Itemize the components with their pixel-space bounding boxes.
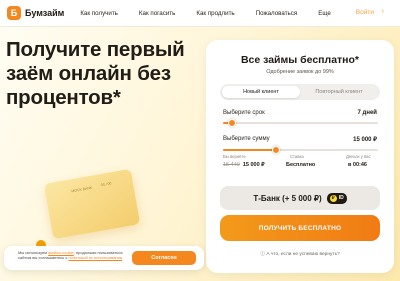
logo-icon: Б [7, 6, 21, 20]
card-label-left: MOCK BANK [71, 185, 93, 194]
amount-slider-handle[interactable] [271, 146, 280, 154]
site-header: Б Бумзайм Как получить Как погасить Как … [0, 0, 400, 27]
payback-value: 15 440 15 000 ₽ [223, 162, 265, 168]
get-free-loan-button[interactable]: ПОЛУЧИТЬ БЕСПЛАТНО [220, 215, 380, 241]
login-link[interactable]: Войти [356, 9, 374, 16]
payback-old-value: 15 440 [223, 162, 240, 168]
tab-repeat-client[interactable]: Повторный клиент [300, 86, 378, 98]
cookie-policy-link[interactable]: политикой их использования [69, 255, 123, 260]
nav-item-how-to-get[interactable]: Как получить [80, 10, 118, 17]
ruble-icon: ₽ [329, 194, 337, 202]
logo-text: Бумзайм [25, 8, 65, 18]
rate-label: Ставка [290, 154, 304, 159]
term-slider[interactable] [223, 119, 378, 127]
nav-item-how-to-extend[interactable]: Как продлить [196, 10, 234, 17]
payback-label: Вы вернёте [223, 154, 246, 159]
tbank-button-label: Т-Банк (+ 5 000 ₽) [253, 193, 322, 203]
amount-label: Выберите сумму [223, 136, 270, 142]
loan-calculator: Все займы бесплатно* Одобрение заявок до… [206, 40, 394, 273]
nav-item-how-to-repay[interactable]: Как погасить [139, 10, 175, 17]
term-slider-handle[interactable] [228, 119, 237, 127]
calculator-subtitle: Одобрение заявок до 99% [266, 69, 334, 75]
client-type-tabs: Новый клиент Повторный клиент [220, 84, 380, 100]
tbank-id-button[interactable]: Т-Банк (+ 5 000 ₽) ₽ ID [220, 186, 380, 210]
card-label-right: 00 / 00 [100, 181, 112, 188]
nav-item-more[interactable]: Еще [318, 10, 331, 17]
main-nav: Как получить Как погасить Как продлить П… [80, 10, 351, 17]
amount-slider-fill [223, 149, 276, 151]
logo-glyph: Б [10, 7, 18, 18]
tab-new-client[interactable]: Новый клиент [222, 86, 300, 98]
amount-value: 15 000 ₽ [353, 137, 377, 143]
logo[interactable]: Б Бумзайм [7, 6, 64, 20]
cookie-banner: Мы используем файлы cookie, продолжая по… [4, 246, 204, 270]
late-repayment-link[interactable]: ⓘ А что, если не успеваю вернуть? [206, 250, 394, 257]
bank-card-image: MOCK BANK 00 / 00 [43, 168, 141, 240]
tbank-id-badge: ₽ ID [326, 192, 347, 204]
id-label: ID [338, 195, 344, 201]
calculator-title: Все займы бесплатно* [240, 54, 360, 66]
money-value: в 00:46 [348, 162, 367, 168]
rate-value: Бесплатно [286, 162, 316, 168]
nav-item-complain[interactable]: Пожаловаться [256, 10, 298, 17]
term-label: Выберите срок [223, 110, 265, 116]
money-label: Деньги у вас [346, 154, 371, 159]
chevron-right-icon: › [381, 8, 384, 15]
cookie-text: Мы используем файлы cookie, продолжая по… [18, 250, 128, 261]
payback-new-value: 15 000 ₽ [242, 162, 265, 168]
hero-title: Получите первый заём онлайн без проценто… [6, 38, 185, 109]
amount-slider[interactable] [223, 146, 378, 154]
term-value: 7 дней [357, 110, 377, 116]
cookie-accept-button[interactable]: Согласен [132, 251, 196, 265]
